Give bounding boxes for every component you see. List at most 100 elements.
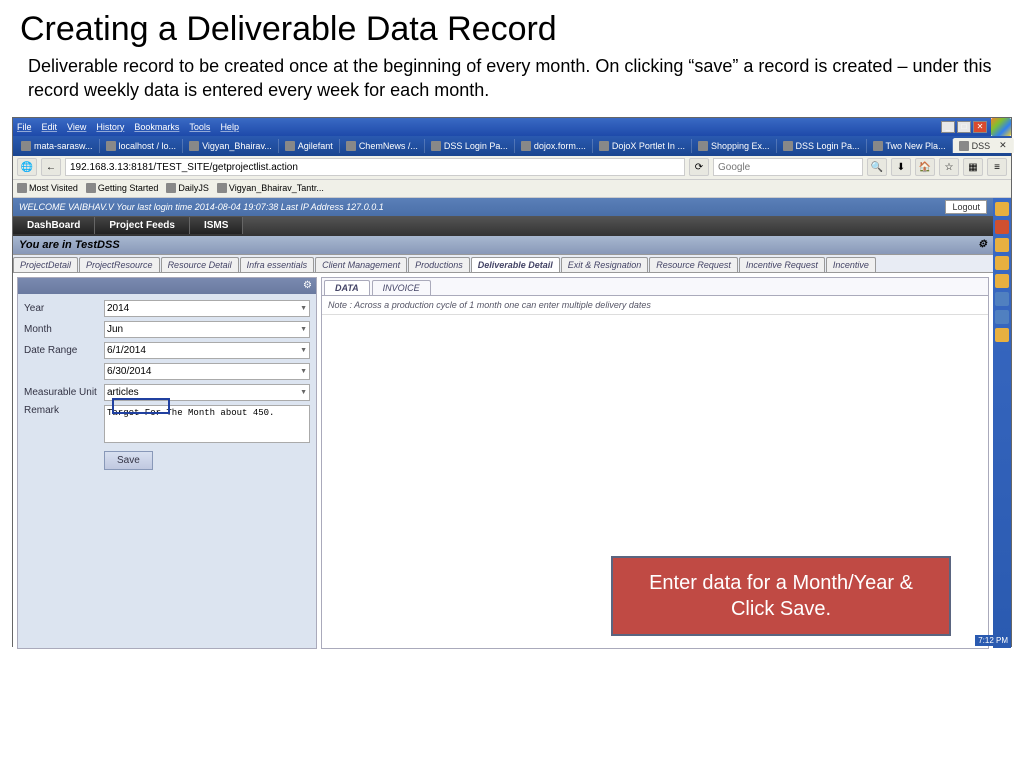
bookmark-item[interactable]: DailyJS — [166, 183, 209, 193]
sidebar-icon[interactable] — [995, 238, 1009, 252]
window-menu-item[interactable]: History — [96, 122, 124, 132]
gear-icon[interactable]: ⚙ — [978, 239, 987, 251]
welcome-text: WELCOME VAIBHAV.V Your last login time 2… — [19, 202, 384, 212]
minimize-button[interactable]: _ — [941, 121, 955, 133]
year-label: Year — [24, 303, 104, 314]
address-bar-row: 🌐 ← ⟳ 🔍 ⬇ 🏠 ☆ ▦ ≡ — [13, 156, 1011, 180]
bookmarks-button[interactable]: ▦ — [963, 158, 983, 176]
windows-logo-icon — [991, 118, 1011, 136]
home-button[interactable]: 🏠 — [915, 158, 935, 176]
bookmark-icon — [17, 183, 27, 193]
bookmark-item[interactable]: Vigyan_Bhairav_Tantr... — [217, 183, 324, 193]
module-tab[interactable]: Incentive — [826, 257, 876, 272]
browser-tabs-row: mata-sarasw...localhost / lo...Vigyan_Bh… — [13, 136, 1011, 156]
year-select[interactable]: 2014▼ — [104, 300, 310, 317]
bookmark-star-button[interactable]: ☆ — [939, 158, 959, 176]
favicon-icon — [285, 141, 295, 151]
module-tab[interactable]: Infra essentials — [240, 257, 315, 272]
module-tab[interactable]: Resource Detail — [161, 257, 239, 272]
module-tab[interactable]: Exit & Resignation — [561, 257, 649, 272]
favicon-icon — [959, 141, 969, 151]
module-tab[interactable]: Client Management — [315, 257, 407, 272]
nav-menu-item[interactable]: DashBoard — [13, 217, 95, 234]
module-tab[interactable]: Incentive Request — [739, 257, 825, 272]
search-input[interactable] — [713, 158, 863, 176]
bookmark-icon — [217, 183, 227, 193]
module-tab[interactable]: Resource Request — [649, 257, 738, 272]
slide-title: Creating a Deliverable Data Record — [0, 0, 1024, 54]
browser-tab[interactable]: mata-sarasw... — [15, 139, 100, 153]
browser-tab[interactable]: DSS Login Pa... — [777, 139, 867, 153]
menu-button[interactable]: ≡ — [987, 158, 1007, 176]
detail-tab[interactable]: DATA — [324, 280, 370, 295]
date-range-end[interactable]: 6/30/2014▼ — [104, 363, 310, 380]
slide-subtitle: Deliverable record to be created once at… — [0, 54, 1024, 113]
sidebar-icon[interactable] — [995, 256, 1009, 270]
browser-tab[interactable]: dojox.form.... — [515, 139, 593, 153]
module-tab[interactable]: ProjectDetail — [13, 257, 78, 272]
sidebar-icon[interactable] — [995, 202, 1009, 216]
search-button[interactable]: 🔍 — [867, 158, 887, 176]
browser-tab[interactable]: Two New Pla... — [867, 139, 953, 153]
window-menu-item[interactable]: Help — [220, 122, 239, 132]
close-button[interactable]: ✕ — [973, 121, 987, 133]
module-tab[interactable]: Deliverable Detail — [471, 257, 560, 272]
panel-gear-icon[interactable]: ⚙ — [303, 280, 312, 291]
module-tab[interactable]: Productions — [408, 257, 470, 272]
save-button[interactable]: Save — [104, 451, 153, 470]
browser-tab-active[interactable]: DSS ✕ — [953, 138, 1014, 153]
location-text: You are in TestDSS — [19, 239, 120, 251]
month-select[interactable]: Jun▼ — [104, 321, 310, 338]
bookmark-icon — [166, 183, 176, 193]
back-button[interactable]: ← — [41, 158, 61, 176]
url-input[interactable] — [65, 158, 685, 176]
favicon-icon — [873, 141, 883, 151]
sidebar-icon[interactable] — [995, 292, 1009, 306]
new-tab-button[interactable]: + — [1014, 139, 1024, 153]
right-sidebar — [993, 198, 1011, 648]
remark-textarea[interactable]: Target For The Month about 450. — [104, 405, 310, 443]
sidebar-icon[interactable] — [995, 310, 1009, 324]
logout-button[interactable]: Logout — [945, 200, 987, 214]
bookmark-item[interactable]: Getting Started — [86, 183, 159, 193]
remark-label: Remark — [24, 405, 104, 416]
browser-tab[interactable]: localhost / lo... — [100, 139, 184, 153]
browser-tab[interactable]: DojoX Portlet In ... — [593, 139, 692, 153]
detail-note: Note : Across a production cycle of 1 mo… — [322, 296, 988, 315]
favicon-icon — [698, 141, 708, 151]
nav-menu-item[interactable]: Project Feeds — [95, 217, 190, 234]
unit-select[interactable]: articles▼ — [104, 384, 310, 401]
form-panel: ⚙ Year 2014▼ Month Jun▼ Date Range 6/1/2 — [17, 277, 317, 649]
module-tab[interactable]: ProjectResource — [79, 257, 160, 272]
bookmarks-bar: Most Visited Getting Started DailyJS Vigyan… — [13, 180, 1011, 198]
window-menu-item[interactable]: Tools — [189, 122, 210, 132]
window-menu-item[interactable]: Bookmarks — [134, 122, 179, 132]
browser-tab[interactable]: ChemNews /... — [340, 139, 425, 153]
browser-tab[interactable]: Vigyan_Bhairav... — [183, 139, 279, 153]
sidebar-icon[interactable] — [995, 274, 1009, 288]
ssl-icon: 🌐 — [17, 158, 37, 176]
favicon-icon — [106, 141, 116, 151]
window-menu-item[interactable]: Edit — [42, 122, 58, 132]
window-menu-item[interactable]: File — [17, 122, 32, 132]
app-nav-bar: DashBoardProject FeedsISMS — [13, 216, 993, 236]
reload-button[interactable]: ⟳ — [689, 158, 709, 176]
nav-menu-item[interactable]: ISMS — [190, 217, 243, 234]
downloads-button[interactable]: ⬇ — [891, 158, 911, 176]
date-range-label: Date Range — [24, 345, 104, 356]
favicon-icon — [783, 141, 793, 151]
date-range-start[interactable]: 6/1/2014▼ — [104, 342, 310, 359]
favicon-icon — [189, 141, 199, 151]
browser-tab[interactable]: DSS Login Pa... — [425, 139, 515, 153]
browser-tab[interactable]: Shopping Ex... — [692, 139, 777, 153]
maximize-button[interactable]: □ — [957, 121, 971, 133]
sidebar-icon[interactable] — [995, 328, 1009, 342]
favicon-icon — [21, 141, 31, 151]
favicon-icon — [346, 141, 356, 151]
month-label: Month — [24, 324, 104, 335]
detail-tab[interactable]: INVOICE — [372, 280, 431, 295]
window-menu-item[interactable]: View — [67, 122, 86, 132]
sidebar-icon[interactable] — [995, 220, 1009, 234]
bookmark-item[interactable]: Most Visited — [17, 183, 78, 193]
browser-tab[interactable]: Agilefant — [279, 139, 340, 153]
